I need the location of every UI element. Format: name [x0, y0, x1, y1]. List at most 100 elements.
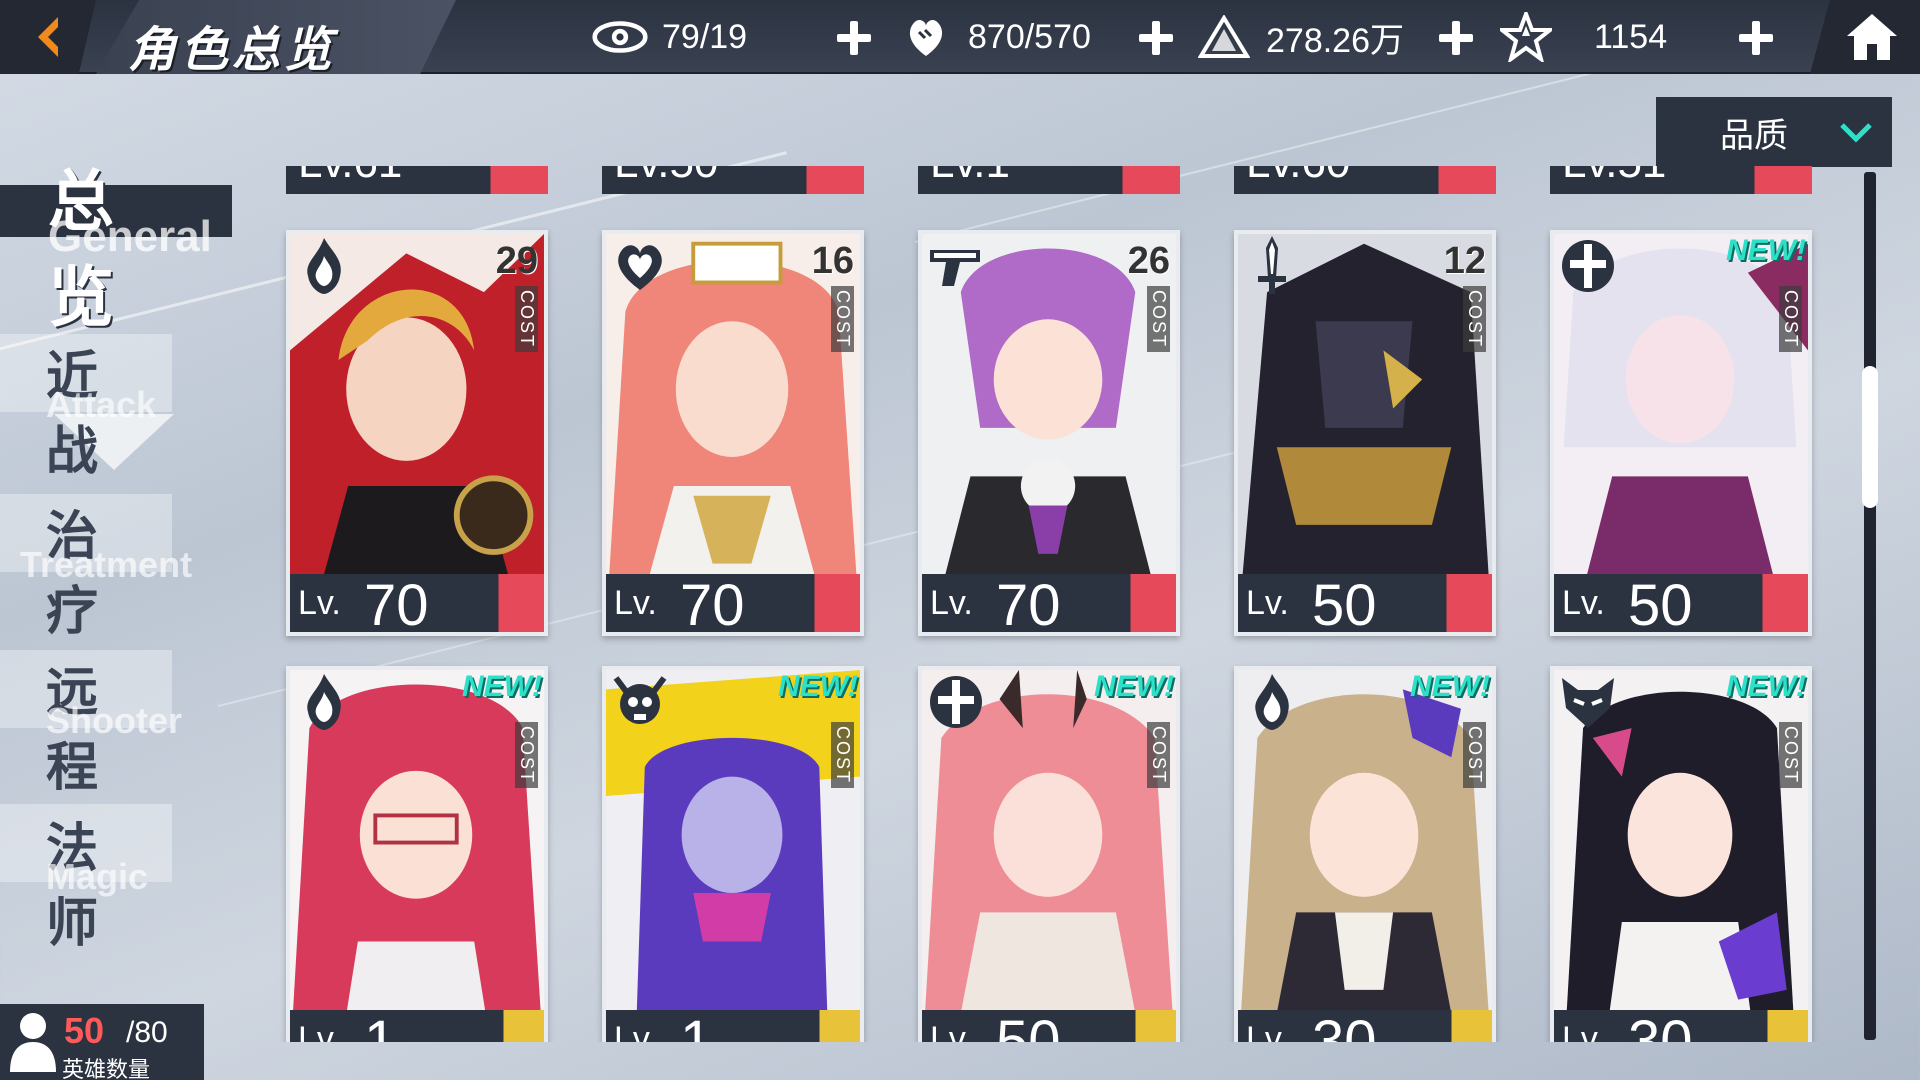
cost-label: COST	[1147, 286, 1170, 353]
hero-card[interactable]: NEW! COST Lv. 1	[286, 666, 548, 1042]
hero-grid: Lv.61 Lv.50 Lv.1 Lv.60 Lv.51 29 COST Lv.…	[270, 166, 1870, 1042]
hero-card[interactable]: NEW! COST Lv. 50	[1550, 230, 1812, 636]
hero-count-current: 50	[64, 1010, 105, 1051]
level-strip[interactable]: Lv.51	[1550, 166, 1812, 194]
cost-label: COST	[831, 286, 854, 353]
resource-crystal: 278.26万	[1196, 12, 1404, 62]
level-text: Lv.1	[930, 166, 1010, 188]
hero-count-max: /80	[126, 1016, 168, 1049]
home-button[interactable]	[1810, 0, 1920, 74]
star-shard-icon	[1498, 12, 1554, 62]
new-badge: NEW!	[462, 670, 542, 703]
level-text: Lv.50	[614, 166, 718, 188]
add-friendship-button[interactable]	[1136, 18, 1176, 58]
resource-value: 278.26万	[1266, 21, 1404, 60]
horned-skull-icon	[613, 676, 667, 724]
resource-value: 1154	[1594, 17, 1668, 56]
level-value: 50	[1628, 573, 1693, 636]
level-bar: Lv. 50	[922, 1009, 1176, 1042]
person-icon	[10, 1013, 56, 1072]
level-bar: Lv. 50	[1554, 573, 1808, 632]
level-value: 30	[1628, 1009, 1693, 1042]
back-arrow-icon	[38, 17, 58, 57]
cost-label: COST	[1779, 286, 1802, 353]
hero-card[interactable]: NEW! COST Lv. 1	[602, 666, 864, 1042]
resource-value: 79/19	[662, 17, 748, 56]
level-bar: Lv. 1	[290, 1009, 544, 1042]
level-bar: Lv. 70	[922, 573, 1176, 632]
level-bar: Lv. 50	[1238, 573, 1492, 632]
flame-icon	[1255, 674, 1289, 730]
level-bar: Lv. 30	[1238, 1009, 1492, 1042]
fox-mask-icon	[1562, 678, 1614, 728]
hero-card[interactable]: 29 COST Lv. 70	[286, 230, 548, 636]
hero-card[interactable]: 12 COST Lv. 50	[1234, 230, 1496, 636]
cost-value: 16	[811, 240, 854, 282]
level-value: 70	[996, 573, 1061, 636]
cost-value: 29	[495, 240, 538, 282]
cost-label: COST	[1463, 722, 1486, 789]
scrollbar-thumb[interactable]	[1862, 366, 1878, 508]
top-bar: 角色总览 79/19 870/570 278.26万 1154	[0, 0, 1920, 78]
resource-value: 870/570	[968, 17, 1091, 56]
home-icon	[1847, 14, 1897, 60]
level-strip[interactable]: Lv.50	[602, 166, 864, 194]
level-text: Lv.60	[1246, 166, 1350, 188]
level-prefix: Lv.	[1246, 1020, 1289, 1042]
sword-icon	[1258, 236, 1286, 294]
category-label-en: Shooter	[46, 700, 183, 741]
heart-hand-icon	[898, 12, 954, 62]
category-label-en: Magic	[46, 856, 149, 897]
hero-count-panel: 50 /80 英雄数量	[0, 1004, 204, 1080]
cost-label: COST	[1147, 722, 1170, 789]
level-prefix: Lv.	[298, 1020, 341, 1042]
level-strip[interactable]: Lv.60	[1234, 166, 1496, 194]
eye-icon	[592, 12, 648, 62]
flame-icon	[307, 674, 341, 730]
hero-card[interactable]: NEW! COST Lv. 50	[918, 666, 1180, 1042]
level-text: Lv.61	[298, 166, 402, 188]
hero-card[interactable]: NEW! COST Lv. 30	[1234, 666, 1496, 1042]
level-text: Lv.51	[1562, 166, 1666, 188]
pistol-icon	[930, 250, 980, 286]
cost-label: COST	[1463, 286, 1486, 353]
level-prefix: Lv.	[614, 1020, 657, 1042]
add-stamina-button[interactable]	[834, 18, 874, 58]
hero-card[interactable]: 16 COST Lv. 70	[602, 230, 864, 636]
level-strip[interactable]: Lv.1	[918, 166, 1180, 194]
level-prefix: Lv.	[1246, 584, 1289, 622]
cost-value: 26	[1127, 240, 1170, 282]
page-title: 角色总览	[128, 22, 337, 78]
level-value: 50	[1312, 573, 1377, 636]
new-badge: NEW!	[1726, 234, 1806, 267]
level-value: 30	[1312, 1009, 1377, 1042]
level-prefix: Lv.	[1562, 584, 1605, 622]
crystal-pyramid-icon	[1196, 12, 1252, 62]
add-star-button[interactable]	[1736, 18, 1776, 58]
category-label-en: Treatment	[20, 544, 193, 585]
hero-card[interactable]: 26 COST Lv. 70	[918, 230, 1180, 636]
level-value: 70	[680, 573, 745, 636]
level-prefix: Lv.	[614, 584, 657, 622]
add-crystal-button[interactable]	[1436, 18, 1476, 58]
level-strip[interactable]: Lv.61	[286, 166, 548, 194]
flame-icon	[307, 238, 341, 294]
hero-count-label: 英雄数量	[62, 1058, 151, 1080]
new-badge: NEW!	[1094, 670, 1174, 703]
cost-value: 12	[1443, 240, 1486, 282]
scrollbar-track[interactable]	[1864, 172, 1876, 1040]
resource-stamina: 79/19	[592, 12, 747, 62]
cost-label: COST	[831, 722, 854, 789]
category-label-en: General	[48, 212, 212, 261]
level-bar: Lv. 1	[606, 1009, 860, 1042]
level-value: 50	[996, 1009, 1061, 1042]
cost-label: COST	[515, 286, 538, 353]
cross-emblem-icon	[1562, 240, 1614, 292]
level-bar: Lv. 30	[1554, 1009, 1808, 1042]
hero-card[interactable]: NEW! COST Lv. 30	[1550, 666, 1812, 1042]
cross-emblem-icon	[930, 676, 982, 728]
quality-filter-label: 品质	[1720, 115, 1788, 156]
quality-filter-dropdown[interactable]: 品质	[1656, 97, 1892, 167]
level-prefix: Lv.	[298, 584, 341, 622]
back-button[interactable]	[0, 0, 96, 74]
